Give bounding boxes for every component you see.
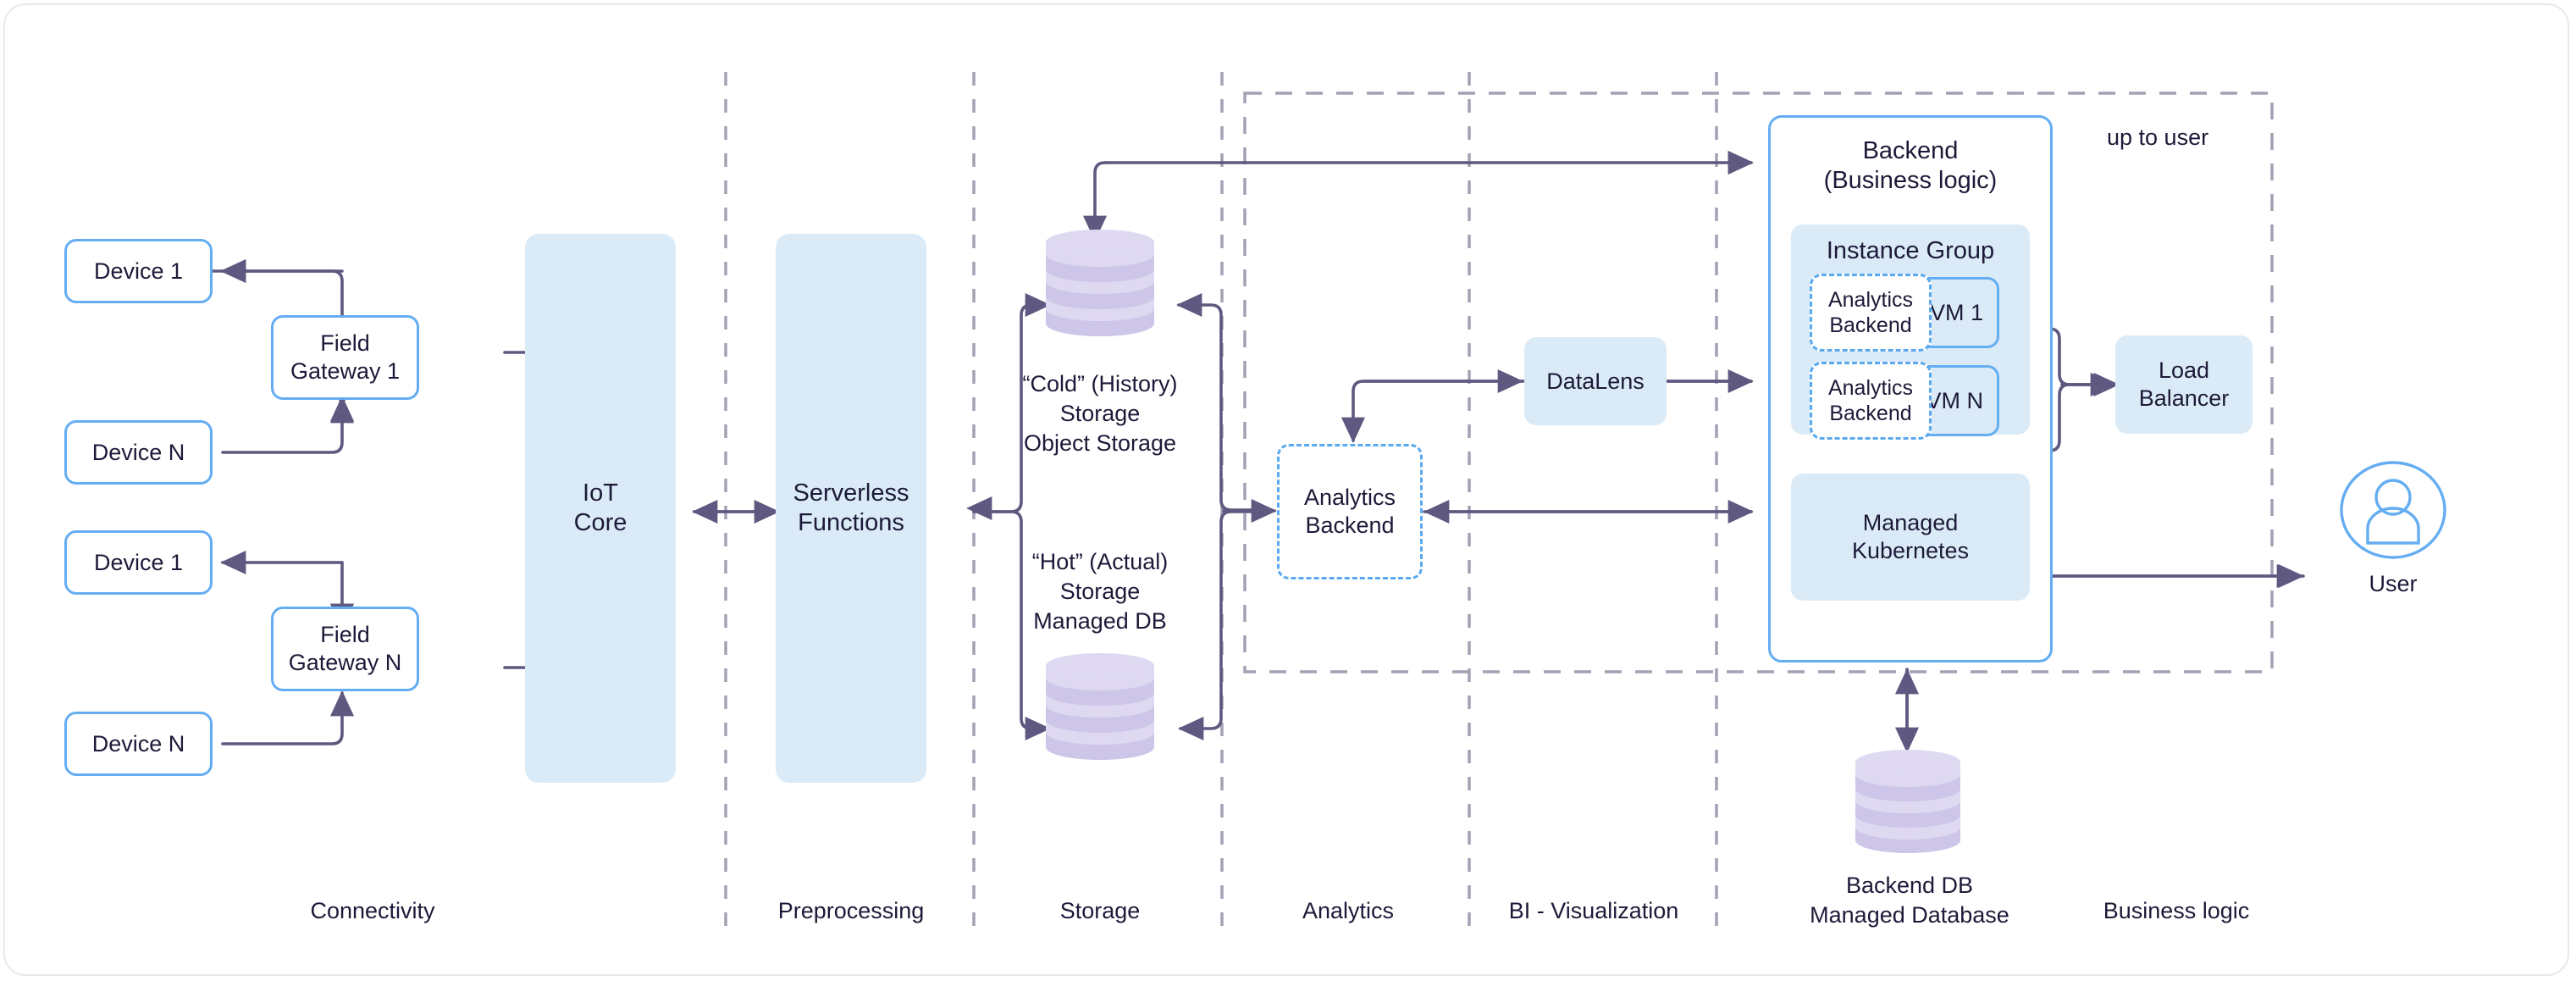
datalens-label: DataLens bbox=[1546, 368, 1645, 394]
serverless-line2: Functions bbox=[798, 509, 904, 536]
device-label: Device N bbox=[91, 730, 185, 757]
field-gateway-n[interactable]: Field Gateway N bbox=[271, 607, 419, 691]
load-balancer-line2: Balancer bbox=[2138, 385, 2230, 411]
lane-label-text: Analytics bbox=[1302, 898, 1395, 923]
lane-label-bi-visualization: BI - Visualization bbox=[1475, 896, 1712, 926]
iot-core-line1: IoT bbox=[583, 479, 618, 507]
field-gateway-1-line2: Gateway 1 bbox=[290, 358, 401, 384]
hot-storage-line3: Managed DB bbox=[1033, 608, 1167, 635]
device-box-2[interactable]: Device N bbox=[64, 420, 213, 485]
device-box-3[interactable]: Device 1 bbox=[64, 530, 213, 595]
vm-n-label: VM N bbox=[1926, 387, 1984, 413]
cold-storage-cylinder[interactable] bbox=[1045, 229, 1155, 337]
hot-storage-line1: “Hot” (Actual) bbox=[1031, 549, 1169, 574]
up-to-user-note: up to user bbox=[2107, 125, 2209, 150]
serverless-line1: Serverless bbox=[793, 479, 909, 507]
device-box-4[interactable]: Device N bbox=[64, 712, 213, 776]
field-gateway-1[interactable]: Field Gateway 1 bbox=[271, 315, 419, 400]
lane-label-text: Business logic bbox=[2103, 898, 2250, 923]
analytics-backend-line1: Analytics bbox=[1303, 485, 1396, 511]
managed-kubernetes-box[interactable]: Managed Kubernetes bbox=[1791, 474, 2030, 601]
diagram-canvas: Device 1 Device N Device 1 Device N Fiel… bbox=[0, 0, 2576, 981]
backend-business-logic-container[interactable]: Backend (Business logic) Instance Group … bbox=[1768, 115, 2053, 662]
analytics-backend-line2: Backend bbox=[1305, 513, 1395, 538]
field-gateway-1-line1: Field bbox=[320, 330, 370, 357]
backend-db-line1: Backend DB bbox=[1845, 873, 1974, 898]
lane-label-preprocessing: Preprocessing bbox=[732, 896, 970, 926]
lane-label-text: BI - Visualization bbox=[1508, 898, 1679, 923]
vm-n-app-line2: Backend bbox=[1829, 402, 1912, 425]
iot-core-line2: Core bbox=[573, 509, 627, 536]
backend-db-line2: Managed Database bbox=[1810, 902, 2009, 928]
cold-storage-line1: “Cold” (History) bbox=[1022, 371, 1178, 396]
user-caption: User bbox=[2329, 569, 2457, 599]
field-gateway-n-line1: Field bbox=[320, 622, 370, 648]
vm-n-analytics-backend[interactable]: Analytics Backend bbox=[1810, 362, 1932, 440]
hot-storage-cylinder[interactable] bbox=[1045, 652, 1155, 761]
user-avatar[interactable] bbox=[2337, 457, 2449, 563]
instance-group-label-wrap: Instance Group bbox=[1791, 236, 2030, 266]
hot-storage-line2: Storage bbox=[1059, 579, 1141, 605]
device-label: Device 1 bbox=[93, 258, 184, 284]
lane-label-storage: Storage bbox=[981, 896, 1219, 926]
vm-1-app-line2: Backend bbox=[1829, 313, 1912, 337]
iot-core-pillar[interactable]: IoT Core bbox=[525, 234, 676, 783]
field-gateway-n-line2: Gateway N bbox=[288, 650, 402, 675]
hot-storage-caption: “Hot” (Actual) Storage Managed DB bbox=[981, 547, 1219, 636]
managed-kubernetes-line1: Managed bbox=[1862, 510, 1959, 536]
cold-storage-line3: Object Storage bbox=[1023, 430, 1177, 457]
backend-title-line2: (Business logic) bbox=[1823, 167, 1998, 195]
cold-storage-caption: “Cold” (History) Storage Object Storage bbox=[981, 369, 1219, 458]
load-balancer-line1: Load bbox=[2158, 357, 2210, 384]
backend-db-caption: Backend DB Managed Database bbox=[1791, 871, 2028, 930]
managed-kubernetes-line2: Kubernetes bbox=[1851, 538, 1970, 563]
user-label: User bbox=[2369, 571, 2418, 596]
backend-title-line1: Backend bbox=[1862, 137, 1959, 164]
load-balancer-box[interactable]: Load Balancer bbox=[2115, 335, 2253, 434]
analytics-backend-box[interactable]: Analytics Backend bbox=[1277, 444, 1423, 579]
serverless-functions-pillar[interactable]: Serverless Functions bbox=[776, 234, 926, 783]
lane-label-text: Preprocessing bbox=[777, 898, 925, 923]
lane-label-text: Connectivity bbox=[310, 898, 435, 923]
instance-group-label: Instance Group bbox=[1826, 237, 1995, 264]
backend-title: Backend (Business logic) bbox=[1771, 136, 2050, 197]
device-label: Device 1 bbox=[93, 549, 184, 575]
vm-1-app-line1: Analytics bbox=[1827, 287, 1914, 312]
cold-storage-line2: Storage bbox=[1059, 401, 1141, 427]
device-label: Device N bbox=[91, 439, 185, 465]
vm-n-app-line1: Analytics bbox=[1827, 375, 1914, 400]
lane-label-connectivity: Connectivity bbox=[254, 896, 491, 926]
lane-label-text: Storage bbox=[1059, 898, 1141, 923]
datalens-box[interactable]: DataLens bbox=[1524, 337, 1667, 425]
device-box-1[interactable]: Device 1 bbox=[64, 239, 213, 303]
lane-label-analytics: Analytics bbox=[1230, 896, 1467, 926]
vm-1-label: VM 1 bbox=[1929, 299, 1983, 325]
vm-1-analytics-backend[interactable]: Analytics Backend bbox=[1810, 274, 1932, 352]
backend-db-cylinder[interactable] bbox=[1855, 749, 1961, 854]
instance-group-panel[interactable]: Instance Group VM 1 Analytics Backend VM… bbox=[1791, 224, 2030, 440]
user-avatar-icon bbox=[2340, 461, 2446, 559]
lane-label-business-logic: Business logic bbox=[2058, 896, 2295, 926]
